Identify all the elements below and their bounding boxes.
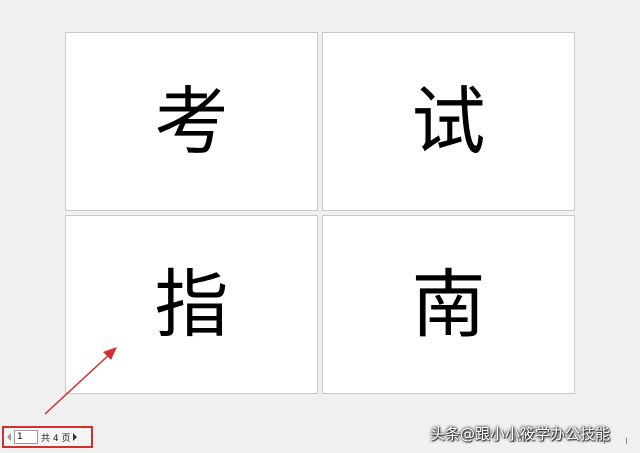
total-pages-label: 共 4 页 [41,433,71,444]
preview-page-4[interactable]: 南 [322,215,575,394]
page-character: 指 [154,261,229,348]
zoom-slider-tick [626,438,627,444]
page-character: 考 [154,78,229,165]
next-page-icon[interactable] [73,433,78,441]
page-navigator: 共 4 页 [2,426,93,448]
preview-page-3[interactable]: 指 [65,215,318,394]
preview-page-1[interactable]: 考 [65,32,318,211]
prev-page-icon[interactable] [7,433,11,441]
watermark: 头条@跟小小筱学办公技能 [430,425,611,443]
print-preview-area: 考 试 指 南 [0,0,640,420]
page-character: 南 [411,261,486,348]
preview-page-2[interactable]: 试 [322,32,575,211]
page-number-input[interactable] [14,430,38,444]
page-character: 试 [411,78,486,165]
